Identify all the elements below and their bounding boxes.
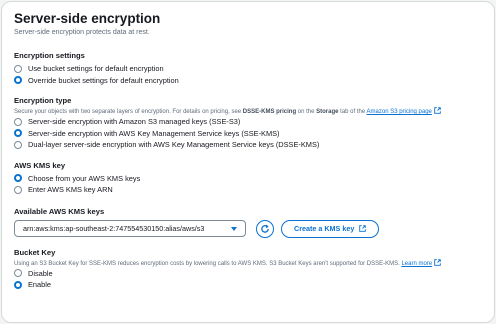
radio-choose-kms-key[interactable]: Choose from your AWS KMS keys — [14, 173, 482, 185]
caret-down-icon — [231, 226, 237, 231]
external-link-icon — [434, 107, 441, 114]
radio-label: Server-side encryption with AWS Key Mana… — [28, 128, 280, 138]
radio-bucket-key-enable[interactable]: Enable — [14, 279, 482, 291]
encryption-settings-label: Encryption settings — [14, 51, 85, 60]
radio-dsse-kms[interactable]: Dual-layer server-side encryption with A… — [14, 139, 482, 151]
radio-button[interactable] — [14, 64, 22, 73]
kms-key-group: AWS KMS key Choose from your AWS KMS key… — [14, 161, 482, 196]
server-side-encryption-panel: Server-side encryption Server-side encry… — [1, 1, 495, 323]
encryption-type-label: Encryption type — [14, 96, 72, 105]
radio-sse-kms[interactable]: Server-side encryption with AWS Key Mana… — [14, 128, 482, 140]
radio-label: Enable — [28, 280, 52, 290]
radio-label: Override bucket settings for default enc… — [28, 75, 179, 85]
radio-override-bucket-settings[interactable]: Override bucket settings for default enc… — [14, 75, 482, 87]
radio-label: Dual-layer server-side encryption with A… — [28, 140, 320, 150]
radio-button[interactable] — [14, 140, 22, 149]
create-kms-key-label: Create a KMS key — [294, 224, 355, 233]
bucket-key-label: Bucket Key — [14, 247, 56, 257]
available-keys-label: Available AWS KMS keys — [14, 206, 105, 216]
kms-key-select-value: arn:aws:kms:ap-southeast-2:747554530150:… — [23, 224, 205, 233]
available-keys-group: Available AWS KMS keys arn:aws:kms:ap-so… — [14, 207, 482, 238]
radio-label: Server-side encryption with Amazon S3 ma… — [28, 117, 241, 127]
radio-button-selected[interactable] — [14, 76, 22, 85]
refresh-icon — [261, 224, 269, 233]
external-link-icon — [359, 225, 367, 232]
radio-label: Choose from your AWS KMS keys — [28, 173, 141, 183]
radio-button[interactable] — [14, 117, 22, 126]
radio-enter-kms-arn[interactable]: Enter AWS KMS key ARN — [14, 184, 482, 196]
radio-button-selected[interactable] — [14, 174, 22, 183]
kms-key-select[interactable]: arn:aws:kms:ap-southeast-2:747554530150:… — [14, 220, 246, 237]
radio-button[interactable] — [14, 185, 22, 194]
learn-more-link[interactable]: Learn more — [401, 261, 432, 267]
external-link-icon — [434, 258, 441, 266]
encryption-type-group: Encryption type Secure your objects with… — [14, 96, 482, 151]
section-subtitle: Server-side encryption protects data at … — [14, 29, 150, 36]
radio-button[interactable] — [14, 269, 22, 278]
radio-sse-s3[interactable]: Server-side encryption with Amazon S3 ma… — [14, 116, 482, 128]
encryption-type-description: Secure your objects with two separate la… — [14, 107, 482, 116]
bucket-key-group: Bucket Key Using an S3 Bucket Key for SS… — [14, 248, 482, 291]
radio-bucket-key-disable[interactable]: Disable — [14, 268, 482, 280]
radio-use-bucket-settings[interactable]: Use bucket settings for default encrypti… — [14, 63, 482, 75]
refresh-button[interactable] — [256, 219, 274, 238]
radio-label: Use bucket settings for default encrypti… — [28, 64, 164, 74]
radio-label: Enter AWS KMS key ARN — [28, 185, 113, 195]
kms-key-label: AWS KMS key — [14, 160, 66, 170]
create-kms-key-button[interactable]: Create a KMS key — [281, 219, 380, 238]
pricing-link[interactable]: Amazon S3 pricing page — [367, 109, 432, 115]
bucket-key-description: Using an S3 Bucket Key for SSE-KMS reduc… — [14, 258, 482, 268]
radio-button-selected[interactable] — [14, 129, 22, 138]
encryption-settings-group: Encryption settings Use bucket settings … — [14, 51, 482, 86]
radio-button-selected[interactable] — [14, 280, 22, 289]
radio-label: Disable — [28, 268, 53, 278]
section-title: Server-side encryption — [14, 11, 161, 26]
